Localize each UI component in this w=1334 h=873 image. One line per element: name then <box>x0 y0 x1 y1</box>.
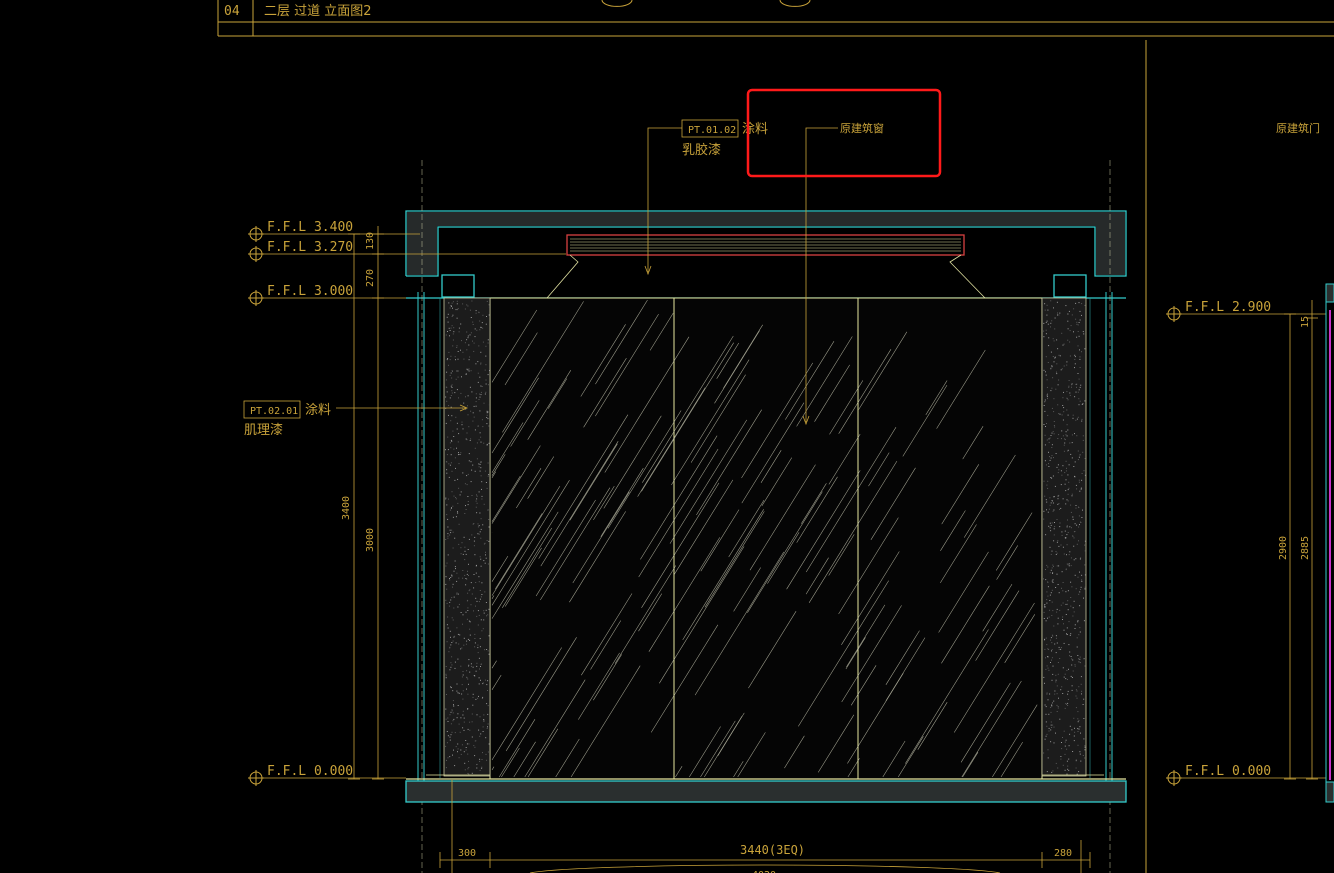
right-elevation: 原建筑门 F.F.L 2.900 F.F.L 0.000 15 2900 288… <box>1166 121 1334 803</box>
level-label: F.F.L 2.900 <box>1185 300 1271 315</box>
ceiling-tag: PT.01.02 <box>688 125 736 136</box>
dim-280: 280 <box>1054 848 1072 859</box>
floor-slab <box>405 774 1127 803</box>
ceiling-material: 涂料 <box>742 121 768 137</box>
dim-15: 15 <box>1300 316 1311 328</box>
dim-3000: 3000 <box>365 528 376 552</box>
wall-material: 涂料 <box>305 402 331 418</box>
vertical-dimensions-left <box>348 226 384 780</box>
wall-finish: 肌理漆 <box>244 422 283 438</box>
ceiling-grille <box>546 234 986 299</box>
elevation-drawing[interactable]: 04 二层 过道 立面图2 F.F.L 3.400 F.F.L 3.270 F.… <box>0 0 1334 873</box>
dim-300: 300 <box>458 848 476 859</box>
cad-drawing-canvas[interactable]: 04 二层 过道 立面图2 F.F.L 3.400 F.F.L 3.270 F.… <box>0 0 1334 873</box>
dim-270: 270 <box>365 269 376 287</box>
sheet-title: 二层 过道 立面图2 <box>264 4 372 19</box>
level-marker-3400: F.F.L 3.400 <box>248 220 420 242</box>
level-label: F.F.L 0.000 <box>1185 764 1271 779</box>
level-label: F.F.L 3.000 <box>267 284 353 299</box>
window-note: 原建筑窗 <box>840 121 884 135</box>
wall-material-callout: PT.02.01 涂料 肌理漆 <box>243 400 469 438</box>
level-marker-right-0000: F.F.L 0.000 <box>1166 764 1326 786</box>
dim-3400: 3400 <box>341 496 352 520</box>
grid-bubble-1 <box>601 0 633 7</box>
level-label: F.F.L 3.400 <box>267 220 353 235</box>
ceiling-finish: 乳胶漆 <box>682 142 721 158</box>
dim-2900: 2900 <box>1278 536 1289 560</box>
sheet-number: 04 <box>224 4 240 19</box>
dim-130: 130 <box>365 232 376 250</box>
level-label: F.F.L 3.270 <box>267 240 353 255</box>
dim-2885: 2885 <box>1300 536 1311 560</box>
window-glazing <box>489 297 1043 780</box>
level-marker-0000: F.F.L 0.000 <box>248 764 406 786</box>
wall-tag: PT.02.01 <box>250 406 298 417</box>
level-marker-3000: F.F.L 3.000 <box>248 284 406 306</box>
dim-3440: 3440(3EQ) <box>740 843 805 857</box>
beam-fill <box>407 212 1125 275</box>
right-note: 原建筑门 <box>1276 121 1320 135</box>
level-label: F.F.L 0.000 <box>267 764 353 779</box>
title-block: 04 二层 过道 立面图2 <box>217 0 1334 37</box>
grid-bubble-2 <box>779 0 811 7</box>
